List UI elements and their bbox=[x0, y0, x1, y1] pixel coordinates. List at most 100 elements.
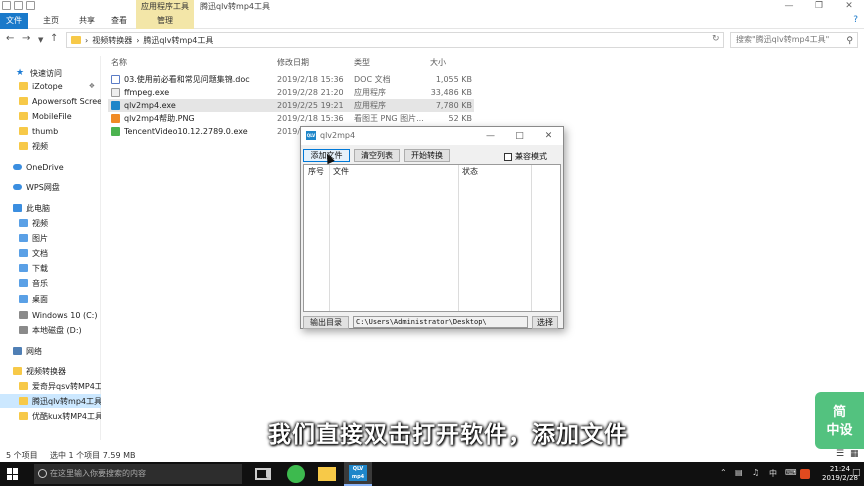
address-bar[interactable]: › 视频转换器 › 腾迅qlv转mp4工具 bbox=[66, 32, 724, 48]
breadcrumb-item[interactable]: 视频转换器 bbox=[92, 35, 132, 46]
quick-access-toolbar[interactable] bbox=[2, 1, 35, 10]
ribbon-tabs: 文件 主页 共享 查看 管理 ? bbox=[0, 13, 864, 29]
sidebar-item-wps-cloud[interactable]: WPS网盘 bbox=[0, 180, 101, 194]
dialog-title: qlv2mp4 bbox=[320, 131, 356, 140]
tab-home[interactable]: 主页 bbox=[34, 13, 68, 29]
sidebar-item-mobilefile[interactable]: MobileFile bbox=[0, 109, 101, 123]
sidebar-item-video[interactable]: 视频 bbox=[0, 139, 101, 153]
list-header-index[interactable]: 序号 bbox=[304, 165, 324, 179]
maximize-icon[interactable]: □ bbox=[505, 127, 534, 145]
output-path-field[interactable]: C:\Users\Administrator\Desktop\ bbox=[353, 316, 528, 328]
sidebar-item-music[interactable]: 音乐 bbox=[0, 276, 101, 290]
qlv2mp4-taskbar-icon[interactable]: QLV mp4 bbox=[344, 462, 372, 486]
sidebar-item-quick-access[interactable]: ★ 快速访问 bbox=[0, 66, 101, 80]
checkbox-box[interactable] bbox=[504, 152, 512, 161]
folder-icon bbox=[19, 127, 28, 135]
network-tray-icon[interactable]: ▤ bbox=[735, 468, 743, 477]
sidebar-item-documents[interactable]: 文档 bbox=[0, 246, 101, 260]
cortana-icon bbox=[38, 469, 47, 478]
windows-start-icon[interactable] bbox=[7, 468, 19, 480]
column-header-name[interactable]: 名称 bbox=[111, 57, 127, 68]
sidebar-item-pictures[interactable]: 图片 bbox=[0, 231, 101, 245]
compat-mode-checkbox[interactable]: 兼容模式 bbox=[504, 151, 547, 162]
sidebar-item-downloads[interactable]: 下载 bbox=[0, 261, 101, 275]
volume-icon[interactable]: ♫ bbox=[752, 468, 759, 477]
doc-file-icon bbox=[111, 75, 120, 84]
sidebar-item-drive-c[interactable]: Windows 10 (C:) bbox=[0, 308, 101, 322]
list-header-status[interactable]: 状态 bbox=[458, 165, 478, 179]
drive-icon bbox=[19, 311, 28, 319]
sidebar-item-apowersoft[interactable]: Apowersoft Scree bbox=[0, 94, 101, 108]
tab-manage[interactable]: 管理 bbox=[136, 13, 194, 29]
sidebar-item-video-converter[interactable]: 视频转换器 bbox=[0, 364, 101, 378]
file-list-view[interactable]: 序号 文件 状态 bbox=[303, 164, 561, 312]
browser-icon[interactable] bbox=[287, 465, 305, 483]
tab-view[interactable]: 查看 bbox=[104, 13, 134, 29]
folder-icon bbox=[19, 382, 28, 390]
file-row[interactable]: qlv2mp4帮助.PNG 2019/2/18 15:36 看图王 PNG 图片… bbox=[108, 112, 474, 125]
sidebar-item-this-pc[interactable]: 此电脑 bbox=[0, 201, 101, 215]
sidebar-item-onedrive[interactable]: OneDrive bbox=[0, 160, 101, 174]
check-icon[interactable] bbox=[14, 1, 23, 10]
search-input[interactable]: 搜索"腾迅qlv转mp4工具" ⚲ bbox=[730, 32, 858, 48]
large-icons-view-icon[interactable]: ▦ bbox=[850, 449, 859, 459]
sidebar-item-iqiyi-tool[interactable]: 爱奇异qsv转MP4工 bbox=[0, 379, 101, 393]
clear-list-button[interactable]: 清空列表 bbox=[354, 149, 400, 162]
start-convert-button[interactable]: 开始转换 bbox=[404, 149, 450, 162]
wps-tray-icon[interactable] bbox=[800, 469, 810, 479]
file-explorer-icon[interactable] bbox=[318, 467, 336, 481]
sidebar-item-videos[interactable]: 视频 bbox=[0, 216, 101, 230]
folder-new-icon[interactable] bbox=[26, 1, 35, 10]
folder-icon bbox=[19, 397, 28, 405]
music-folder-icon bbox=[19, 279, 28, 287]
search-icon: ⚲ bbox=[846, 36, 853, 46]
refresh-icon[interactable]: ↻ bbox=[712, 34, 720, 44]
notification-icon[interactable]: □ bbox=[852, 468, 861, 478]
tray-up-chevron-icon[interactable]: ⌃ bbox=[720, 468, 727, 477]
network-icon bbox=[13, 347, 22, 355]
keyboard-icon[interactable]: ⌨ bbox=[785, 468, 797, 477]
tab-file[interactable]: 文件 bbox=[0, 13, 28, 29]
maximize-icon[interactable]: ❐ bbox=[804, 0, 834, 13]
help-icon[interactable]: ? bbox=[853, 15, 858, 25]
forward-arrow-icon[interactable]: → bbox=[22, 33, 30, 44]
close-icon[interactable]: ✕ bbox=[534, 127, 563, 145]
breadcrumb-sep-icon: › bbox=[85, 35, 89, 45]
taskbar-search-input[interactable]: 在这里输入你要搜索的内容 bbox=[34, 464, 270, 484]
tab-share[interactable]: 共享 bbox=[70, 13, 104, 29]
file-row[interactable]: qlv2mp4.exe 2019/2/25 19:21 应用程序 7,780 K… bbox=[108, 99, 474, 112]
back-arrow-icon[interactable]: ← bbox=[6, 33, 14, 44]
details-view-icon[interactable]: ☰ bbox=[836, 449, 844, 459]
sidebar-item-izotope[interactable]: iZotope ❖ bbox=[0, 79, 101, 93]
column-header-type[interactable]: 类型 bbox=[354, 57, 370, 68]
folder-icon bbox=[19, 112, 28, 120]
input-method-indicator[interactable]: 中 bbox=[769, 468, 777, 479]
drive-icon bbox=[19, 326, 28, 334]
breadcrumb-item[interactable]: 腾迅qlv转mp4工具 bbox=[143, 35, 213, 46]
output-dir-label: 输出目录 bbox=[303, 316, 349, 329]
dialog-title-bar[interactable]: QLV qlv2mp4 — □ ✕ bbox=[301, 127, 563, 145]
task-view-icon[interactable] bbox=[255, 468, 271, 480]
properties-icon[interactable] bbox=[2, 1, 11, 10]
recent-chevron-icon[interactable]: ▼ bbox=[38, 36, 43, 44]
sidebar-item-youku-tool[interactable]: 优酷kux转MP4工具 bbox=[0, 409, 101, 423]
search-placeholder: 搜索"腾迅qlv转mp4工具" bbox=[736, 35, 830, 44]
sidebar-item-network[interactable]: 网络 bbox=[0, 344, 101, 358]
qlv-app-icon: QLV bbox=[306, 131, 316, 140]
file-row[interactable]: 03.使用前必看和常见问题集锦.doc 2019/2/18 15:36 DOC … bbox=[108, 73, 474, 86]
list-header-file[interactable]: 文件 bbox=[329, 165, 349, 179]
close-icon[interactable]: ✕ bbox=[834, 0, 864, 13]
sidebar-item-tencent-tool[interactable]: 腾迅qlv转mp4工具 bbox=[0, 394, 101, 408]
minimize-icon[interactable]: — bbox=[774, 0, 804, 13]
browse-button[interactable]: 选择 bbox=[532, 316, 558, 329]
sidebar-item-drive-d[interactable]: 本地磁盘 (D:) bbox=[0, 323, 101, 337]
minimize-icon[interactable]: — bbox=[476, 127, 505, 145]
column-header-date[interactable]: 修改日期 bbox=[277, 57, 309, 68]
column-header-size[interactable]: 大小 bbox=[430, 57, 446, 68]
sidebar-item-thumb[interactable]: thumb bbox=[0, 124, 101, 138]
file-row[interactable]: ffmpeg.exe 2019/2/28 21:20 应用程序 33,486 K… bbox=[108, 86, 474, 99]
up-arrow-icon[interactable]: ↑ bbox=[50, 33, 58, 44]
download-folder-icon bbox=[19, 264, 28, 272]
sidebar-item-desktop[interactable]: 桌面 bbox=[0, 292, 101, 306]
document-folder-icon bbox=[19, 249, 28, 257]
